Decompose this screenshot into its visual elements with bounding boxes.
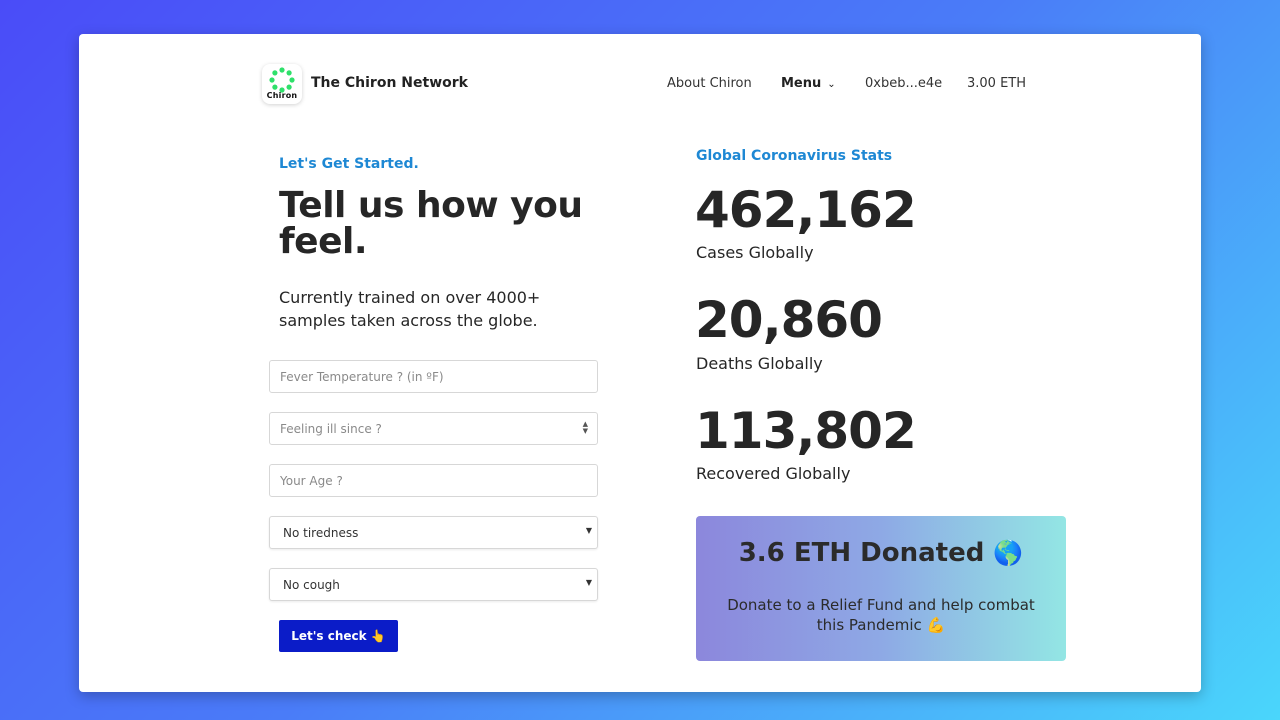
age-placeholder: Your Age ?	[280, 473, 343, 488]
nav-menu-dropdown[interactable]: Menu ⌄	[781, 76, 836, 91]
brand-name[interactable]: The Chiron Network	[311, 75, 468, 91]
tiredness-select[interactable]: No tiredness ▼	[269, 516, 598, 549]
wallet-balance: 3.00 ETH	[967, 76, 1027, 91]
cases-count: 462,162	[695, 181, 917, 239]
wallet-address[interactable]: 0xbeb...e4e	[865, 76, 942, 91]
feeling-ill-since-input[interactable]: Feeling ill since ? ▲ ▼	[269, 412, 598, 445]
fever-temperature-input[interactable]: Fever Temperature ? (in ºF)	[269, 360, 598, 393]
main-card: Chiron The Chiron Network About Chiron M…	[79, 34, 1201, 692]
chiron-logo-icon	[269, 67, 295, 93]
cases-label: Cases Globally	[696, 243, 814, 262]
page-title: Tell us how you feel.	[279, 185, 583, 262]
donation-card[interactable]: 3.6 ETH Donated 🌎 Donate to a Relief Fun…	[696, 516, 1066, 661]
donation-amount: 3.6 ETH Donated	[738, 538, 985, 568]
chevron-down-icon: ⌄	[827, 79, 836, 90]
deaths-count: 20,860	[695, 291, 883, 349]
recovered-label: Recovered Globally	[696, 464, 851, 483]
nav-about-link[interactable]: About Chiron	[667, 76, 752, 91]
age-input[interactable]: Your Age ?	[269, 464, 598, 497]
form-subtext: Currently trained on over 4000+ samples …	[279, 288, 541, 330]
dropdown-arrow-icon: ▼	[585, 526, 592, 535]
dropdown-arrow-icon: ▼	[585, 578, 592, 587]
nav-menu-label: Menu	[781, 76, 822, 91]
feeling-ill-since-placeholder: Feeling ill since ?	[280, 421, 382, 436]
globe-icon: 🌎	[993, 539, 1024, 567]
cough-value: No cough	[283, 577, 340, 592]
form-eyebrow: Let's Get Started.	[279, 156, 419, 172]
deaths-label: Deaths Globally	[696, 354, 823, 373]
cough-select[interactable]: No cough ▼	[269, 568, 598, 601]
donation-text: Donate to a Relief Fund and help combat …	[727, 596, 1035, 634]
stats-title: Global Coronavirus Stats	[696, 148, 893, 164]
chiron-logo[interactable]: Chiron	[262, 64, 302, 104]
recovered-count: 113,802	[695, 402, 917, 460]
logo-text: Chiron	[266, 91, 298, 100]
number-stepper-icon[interactable]: ▲ ▼	[583, 421, 588, 435]
donation-title: 3.6 ETH Donated 🌎	[696, 538, 1066, 568]
tiredness-value: No tiredness	[283, 525, 359, 540]
lets-check-button[interactable]: Let's check 👆	[279, 620, 398, 652]
fever-temperature-placeholder: Fever Temperature ? (in ºF)	[280, 369, 444, 384]
